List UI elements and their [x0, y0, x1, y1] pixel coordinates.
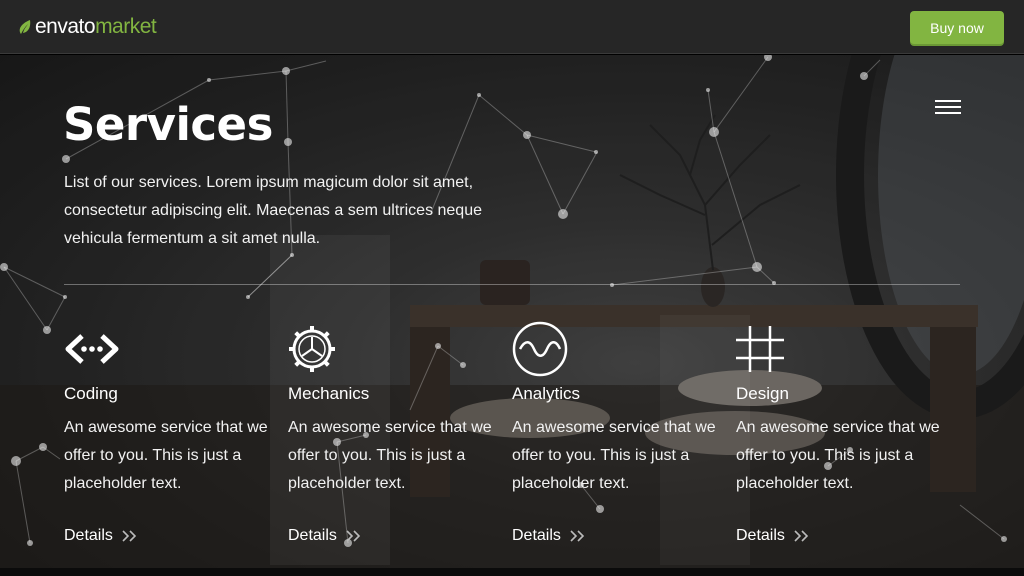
- details-label: Details: [512, 527, 561, 544]
- double-chevron-right-icon: [794, 530, 809, 542]
- service-description: An awesome service that we offer to you.…: [736, 419, 940, 492]
- service-card-mechanics: Mechanics An awesome service that we off…: [288, 318, 508, 544]
- leaf-icon: [19, 20, 31, 34]
- service-card-design: Design An awesome service that we offer …: [736, 318, 956, 544]
- service-card-coding: Coding An awesome service that we offer …: [64, 318, 284, 544]
- double-chevron-right-icon: [570, 530, 585, 542]
- logo-text-envato: envato: [35, 15, 96, 38]
- service-description: An awesome service that we offer to you.…: [288, 419, 492, 492]
- details-label: Details: [288, 527, 337, 544]
- service-card-analytics: Analytics An awesome service that we off…: [512, 318, 732, 544]
- services-intro: List of our services. Lorem ipsum magicu…: [64, 174, 482, 247]
- buy-now-button[interactable]: Buy now: [910, 11, 1004, 44]
- logo-text-market: market: [95, 15, 157, 38]
- details-link-analytics[interactable]: Details: [512, 527, 587, 545]
- double-chevron-right-icon: [122, 530, 137, 542]
- top-bar: envato market Buy now: [0, 0, 1024, 54]
- gear-icon: [289, 326, 335, 372]
- bottom-strip: [0, 568, 1024, 576]
- service-name: Mechanics: [288, 384, 370, 403]
- details-label: Details: [736, 527, 785, 544]
- details-link-design[interactable]: Details: [736, 527, 811, 545]
- details-label: Details: [64, 527, 113, 544]
- grid-hash-icon: [736, 326, 784, 372]
- double-chevron-right-icon: [346, 530, 361, 542]
- service-description: An awesome service that we offer to you.…: [512, 419, 716, 492]
- service-name: Coding: [64, 384, 118, 403]
- wave-circle-icon: [512, 321, 568, 377]
- envato-market-logo[interactable]: envato market: [18, 15, 157, 39]
- divider: [64, 284, 960, 285]
- code-icon: [65, 334, 119, 364]
- details-link-mechanics[interactable]: Details: [288, 527, 363, 545]
- page-title: Services: [63, 98, 273, 151]
- service-name: Design: [736, 384, 789, 403]
- service-name: Analytics: [512, 384, 581, 403]
- details-link-coding[interactable]: Details: [64, 527, 139, 545]
- service-description: An awesome service that we offer to you.…: [64, 419, 268, 492]
- hamburger-menu-icon[interactable]: [935, 100, 961, 116]
